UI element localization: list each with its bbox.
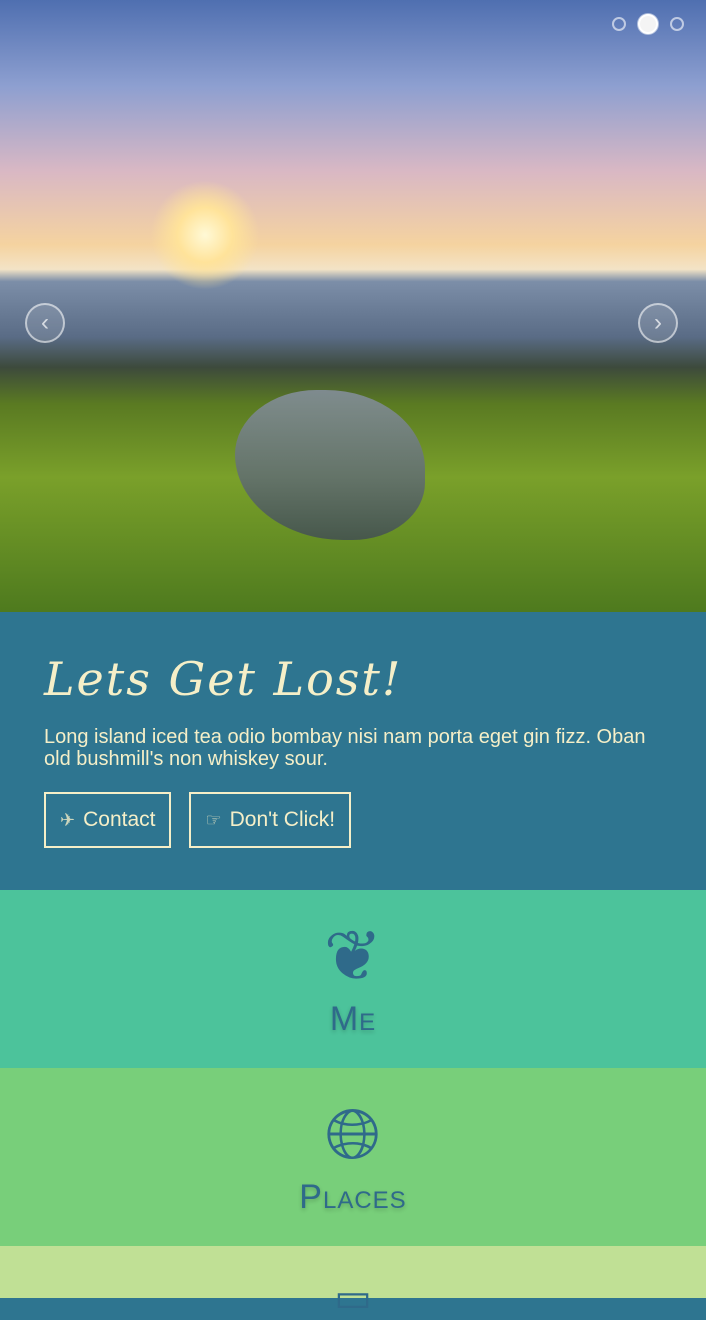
chevron-right-icon[interactable]: › — [638, 303, 678, 343]
page-title: Lets Get Lost! — [44, 652, 403, 706]
carousel-dot-1[interactable] — [612, 17, 626, 31]
contact-label: Contact — [83, 808, 156, 831]
rock-pool-image — [235, 390, 425, 540]
pointing-hand-icon: ☞ — [205, 809, 222, 830]
dont-click-label: Don't Click! — [229, 808, 336, 831]
globe-icon: 🌐︎ — [325, 1095, 381, 1173]
section-me[interactable]: ❦ Me — [0, 890, 706, 1068]
section-label: Places — [299, 1178, 407, 1216]
brain-icon: ❦ — [323, 917, 383, 995]
paper-plane-icon: ✈ — [60, 809, 76, 830]
carousel-dot-2[interactable] — [638, 14, 658, 34]
sun-image — [150, 180, 260, 290]
section-third[interactable]: ▭ — [0, 1246, 706, 1318]
dont-click-button[interactable]: ☞ Don't Click! — [189, 792, 352, 848]
carousel-indicators — [612, 14, 684, 34]
intro-text: Long island iced tea odio bombay nisi na… — [44, 726, 646, 770]
cards-icon: ▭ — [334, 1276, 372, 1320]
carousel-dot-3[interactable] — [670, 17, 684, 31]
section-label: Me — [329, 1000, 377, 1038]
section-places[interactable]: 🌐︎ Places — [0, 1068, 706, 1246]
contact-button[interactable]: ✈ Contact — [44, 792, 172, 848]
chevron-left-icon[interactable]: ‹ — [25, 303, 65, 343]
hero-carousel: ‹ › — [0, 0, 706, 612]
intro-section: Lets Get Lost! Long island iced tea odio… — [0, 612, 706, 890]
